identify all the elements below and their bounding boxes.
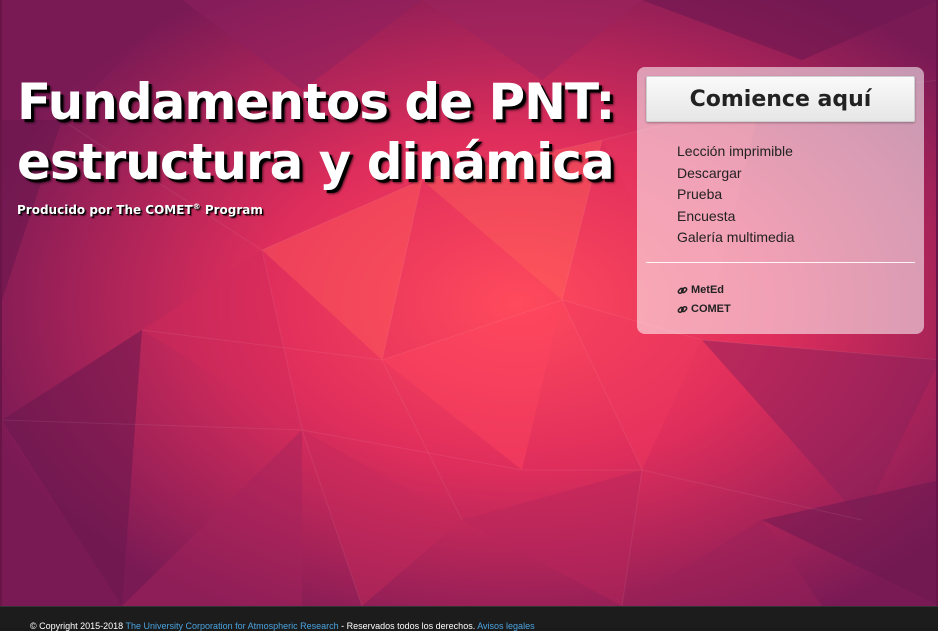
rights-text: - Reservados todos los derechos.	[338, 621, 478, 631]
ucar-link[interactable]: The University Corporation for Atmospher…	[126, 621, 339, 631]
title-line-1: Fundamentos de PNT:	[17, 73, 615, 131]
menu-item-quiz[interactable]: Prueba	[677, 184, 795, 206]
footer-text: © Copyright 2015-2018 The University Cor…	[30, 621, 535, 631]
start-here-button[interactable]: Comience aquí	[646, 76, 915, 122]
legal-notices-link[interactable]: Avisos legales	[477, 621, 534, 631]
producer-credit: Producido por The COMET® Program	[17, 202, 263, 217]
footer: © Copyright 2015-2018 The University Cor…	[0, 606, 938, 631]
link-icon	[677, 286, 688, 295]
external-links: MetEd COMET	[677, 281, 731, 319]
title-line-2: estructura y dinámica	[17, 133, 615, 191]
link-comet-label: COMET	[691, 303, 731, 315]
menu-item-download[interactable]: Descargar	[677, 163, 795, 185]
copyright-text: © Copyright 2015-2018	[30, 621, 126, 631]
menu-item-survey[interactable]: Encuesta	[677, 206, 795, 228]
start-panel: Comience aquí Lección imprimible Descarg…	[637, 67, 924, 334]
menu-item-media-gallery[interactable]: Galería multimedia	[677, 227, 795, 249]
menu-item-printable-lesson[interactable]: Lección imprimible	[677, 141, 795, 163]
page-title: Fundamentos de PNT: estructura y dinámic…	[17, 72, 615, 192]
link-meted[interactable]: MetEd	[677, 281, 731, 300]
link-meted-label: MetEd	[691, 284, 724, 296]
lesson-menu: Lección imprimible Descargar Prueba Encu…	[677, 141, 795, 249]
panel-divider	[646, 262, 915, 263]
link-icon	[677, 305, 688, 314]
link-comet[interactable]: COMET	[677, 300, 731, 319]
